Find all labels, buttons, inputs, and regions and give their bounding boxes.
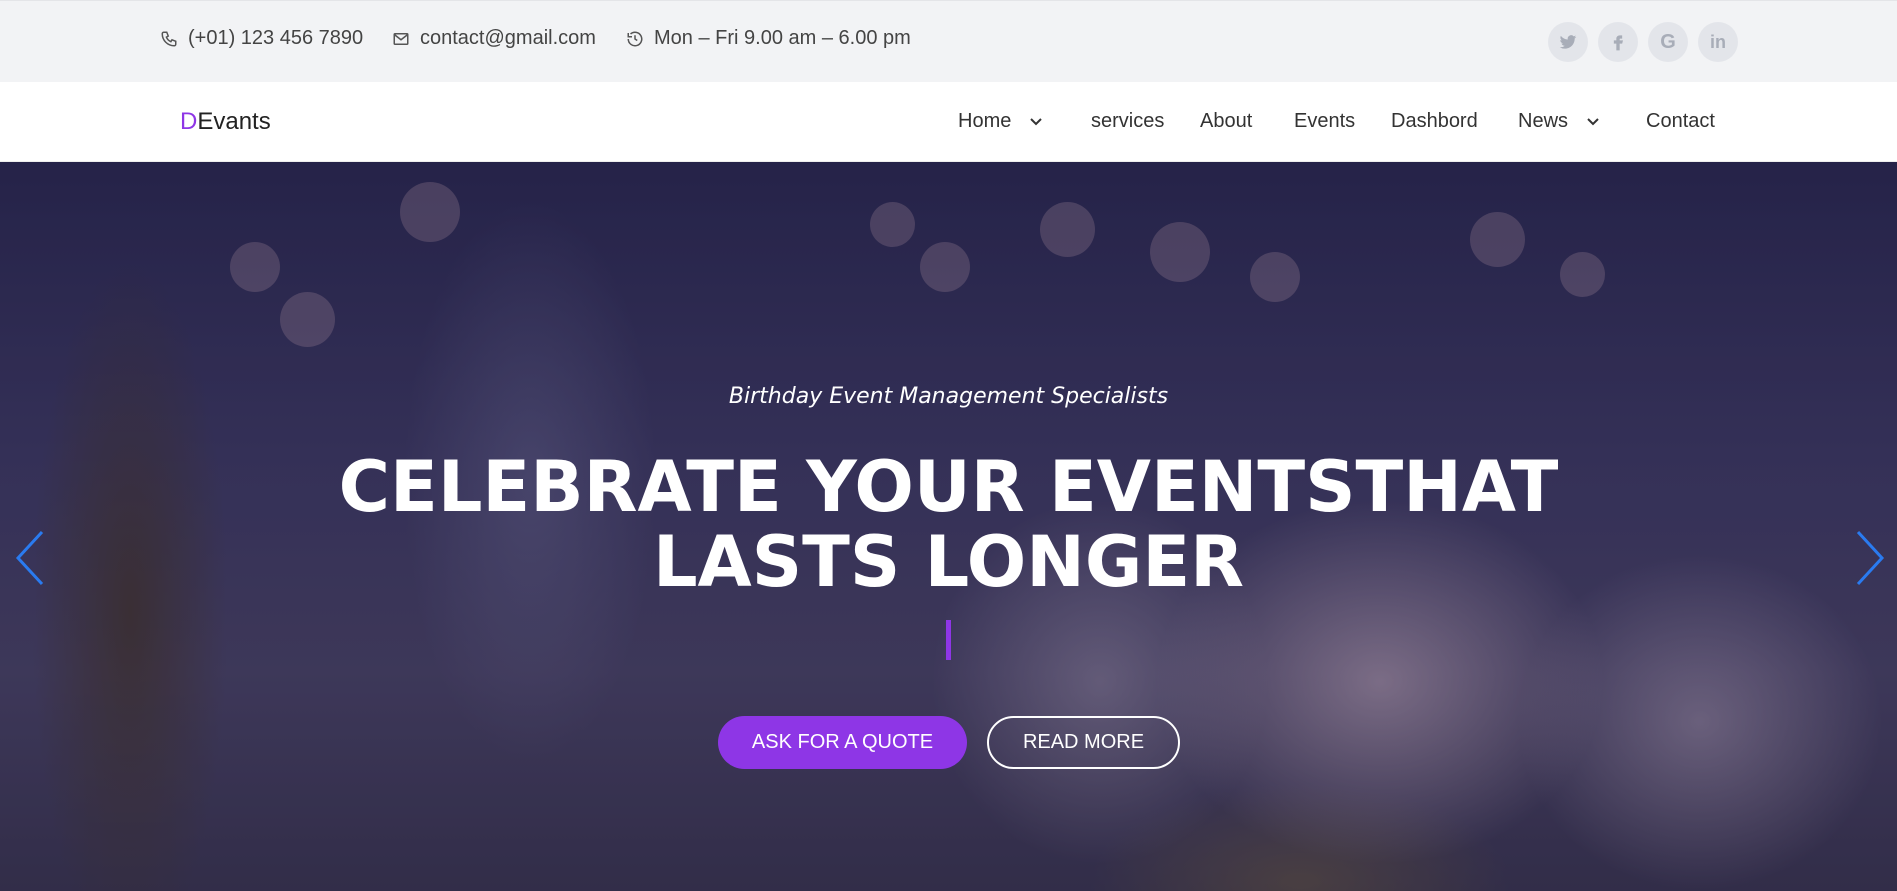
phone-number: (+01) 123 456 7890: [188, 27, 364, 49]
email-contact: contact@gmail.com: [392, 27, 596, 50]
opening-hours: Mon – Fri 9.00 am – 6.00 pm: [654, 27, 911, 49]
nav-home[interactable]: Home: [958, 110, 1043, 133]
chevron-right-icon[interactable]: [1852, 528, 1888, 588]
logo-accent: D: [180, 108, 198, 135]
history-icon: [627, 31, 643, 46]
site-logo[interactable]: DEvants: [180, 108, 271, 136]
hero-divider: [946, 620, 951, 660]
mail-icon: [393, 32, 409, 45]
hero-slider: Birthday Event Management Specialists CE…: [0, 162, 1897, 891]
chevron-down-icon: [1030, 117, 1043, 125]
phone-contact: (+01) 123 456 7890: [160, 27, 363, 50]
phone-icon: [161, 31, 177, 47]
nav-about[interactable]: About: [1200, 110, 1252, 133]
read-more-button[interactable]: READ MORE: [987, 716, 1180, 769]
nav-news[interactable]: News: [1518, 110, 1600, 133]
chevron-left-icon[interactable]: [12, 528, 48, 588]
twitter-icon[interactable]: [1548, 22, 1588, 62]
linkedin-icon[interactable]: in: [1698, 22, 1738, 62]
nav-dashboard[interactable]: Dashbord: [1391, 110, 1478, 133]
nav-contact[interactable]: Contact: [1646, 110, 1715, 133]
hero-subtitle: Birthday Event Management Specialists: [728, 384, 1169, 409]
top-bar: (+01) 123 456 7890 contact@gmail.com Mon…: [0, 0, 1897, 82]
nav-services[interactable]: services: [1091, 110, 1164, 133]
hero-headline-line2: LASTS LONGER: [652, 521, 1245, 603]
email-address[interactable]: contact@gmail.com: [420, 27, 596, 50]
ask-quote-button[interactable]: ASK FOR A QUOTE: [718, 716, 967, 769]
logo-text: Evants: [197, 108, 271, 135]
hero-headline: CELEBRATE YOUR EVENTSTHAT LASTS LONGER: [0, 450, 1897, 600]
chevron-down-icon: [1587, 117, 1599, 125]
google-icon[interactable]: G: [1648, 22, 1688, 62]
hero-headline-line1: CELEBRATE YOUR EVENTSTHAT: [338, 446, 1559, 528]
nav-events[interactable]: Events: [1294, 110, 1355, 133]
main-navbar: DEvants Home services About Events Dashb…: [0, 82, 1897, 162]
facebook-icon[interactable]: [1598, 22, 1638, 62]
hours-contact: Mon – Fri 9.00 am – 6.00 pm: [626, 27, 911, 50]
